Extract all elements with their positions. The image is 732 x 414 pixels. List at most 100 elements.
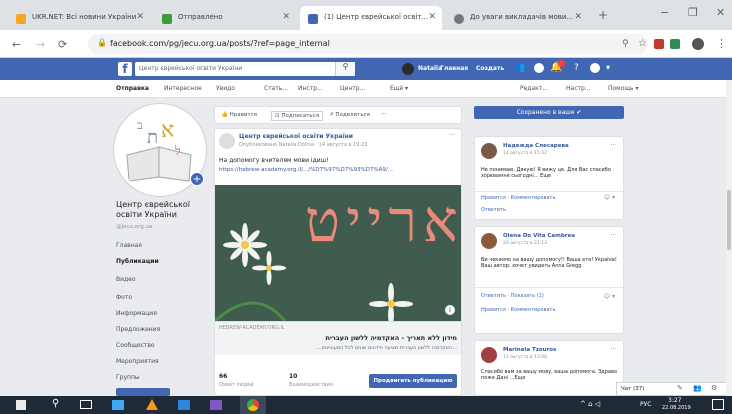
comment-actions[interactable]: Ответить · Показать (1) [481, 293, 544, 299]
chrome-taskbar-item[interactable] [240, 396, 266, 414]
sidebar-item-offers[interactable]: Предложения [116, 326, 160, 333]
tab-interesting[interactable]: Интересное [164, 85, 202, 92]
maximize-button[interactable]: ❐ [688, 6, 698, 19]
avatar[interactable] [481, 233, 497, 249]
user-name[interactable]: Natalia [418, 65, 442, 72]
add-photo-icon[interactable]: + [190, 172, 204, 186]
task-view-icon[interactable] [80, 400, 92, 409]
share-button[interactable]: ↗ Поделиться [329, 112, 370, 118]
comment-menu-icon[interactable]: ··· [610, 141, 617, 149]
tab-center[interactable]: Центр... [340, 85, 365, 92]
sidebar-item-events[interactable]: Мероприятия [116, 358, 159, 365]
back-arrow-icon[interactable]: ← [12, 38, 21, 51]
app-icon[interactable] [112, 400, 124, 410]
browser-tab[interactable]: До уваги викладачів мови... ✕ [446, 6, 588, 30]
tab-edit[interactable]: Редакт... [520, 85, 548, 92]
reply-link[interactable]: Ответить [481, 207, 506, 213]
user-avatar[interactable] [402, 63, 414, 75]
help-icon[interactable]: ? [574, 63, 579, 73]
window-close-button[interactable]: ✕ [716, 6, 725, 19]
post-link[interactable]: https://hebrew-academy.org.il/.../%D7%97… [219, 167, 459, 173]
sidebar-item-video[interactable]: Видео [116, 276, 136, 283]
reaction-menu-icon[interactable]: ☺ ▾ [604, 194, 615, 201]
language-indicator[interactable]: РУС [640, 401, 651, 408]
sidebar-item-info[interactable]: Информация [116, 310, 157, 317]
reload-icon[interactable]: ⟳ [58, 38, 67, 51]
url-field[interactable]: 🔒 facebook.com/pg/jecu.org.ua/posts/?ref… [88, 34, 648, 54]
tab-settings[interactable]: Настр... [566, 85, 591, 92]
sidebar-item-posts[interactable]: Публикации [116, 258, 159, 265]
extension-icon[interactable] [670, 39, 680, 49]
browser-tab[interactable]: Отправлено ✕ [154, 6, 296, 30]
compose-icon[interactable]: ✎ [677, 384, 683, 392]
boost-post-button[interactable]: Продвигать публикацию [369, 374, 457, 388]
tab-stats[interactable]: Стать... [264, 85, 288, 92]
sidebar-item-community[interactable]: Сообщество [116, 342, 155, 349]
clock-time[interactable]: 3:27 [668, 397, 681, 404]
comment-menu-icon[interactable]: ··· [610, 231, 617, 239]
forward-arrow-icon[interactable]: → [36, 38, 45, 51]
follow-button[interactable]: ⊡ Подписаться [271, 111, 324, 121]
search-icon[interactable]: ⚲ [622, 39, 629, 49]
notifications-icon[interactable] [712, 399, 724, 410]
search-icon[interactable]: ⚲ [335, 62, 355, 76]
reaction-menu-icon[interactable]: ☺ ▾ [604, 293, 615, 300]
profile-avatar[interactable] [692, 38, 704, 50]
tab-more[interactable]: Ещё ▾ [390, 85, 408, 92]
comment-author[interactable]: Marinela Tzouros [503, 347, 556, 353]
post-author[interactable]: Центр єврейської освіти України [239, 133, 353, 140]
scrollbar-thumb[interactable] [727, 190, 731, 250]
sidebar-item-home[interactable]: Главная [116, 242, 142, 249]
facebook-search-input[interactable]: Центр єврейської освіти України ⚲ [135, 62, 355, 76]
tray-icons[interactable]: ^ ⌂ ◁ [580, 400, 600, 408]
tab-send[interactable]: Отправка [116, 85, 149, 92]
comment-author[interactable]: Olena Do Vita Cambrea [503, 233, 575, 239]
home-link[interactable]: Главная [440, 65, 468, 72]
app-icon[interactable] [178, 400, 190, 410]
vlc-icon[interactable] [146, 399, 158, 410]
chat-bar[interactable]: Чат (37) ✎ 👥 ⚙ [616, 382, 732, 396]
star-icon[interactable]: ☆ [638, 38, 647, 49]
help-circle-icon[interactable] [590, 63, 600, 73]
close-tab-icon[interactable]: ✕ [282, 12, 290, 22]
facebook-logo[interactable]: f [118, 62, 132, 76]
extension-icon[interactable] [654, 39, 664, 49]
promote-button[interactable] [116, 388, 170, 396]
new-tab-button[interactable]: + [598, 8, 608, 22]
scrollbar[interactable] [726, 80, 732, 396]
sidebar-item-photo[interactable]: Фото [116, 294, 132, 301]
tab-tools[interactable]: Инстр... [298, 85, 323, 92]
gear-icon[interactable]: ⚙ [711, 384, 717, 392]
avatar[interactable] [481, 347, 497, 363]
more-button[interactable]: ··· [381, 111, 387, 118]
close-tab-icon[interactable]: ✕ [574, 12, 582, 22]
search-icon[interactable]: ⚲ [52, 398, 59, 409]
like-button[interactable]: 👍 Нравится [221, 112, 257, 118]
comment-actions[interactable]: Нравится · Комментировать [481, 195, 555, 201]
group-icon[interactable]: 👥 [693, 384, 702, 392]
avatar[interactable] [481, 143, 497, 159]
chevron-down-icon[interactable]: ▾ [606, 63, 610, 72]
comment-author[interactable]: Надежда Слесарева [503, 143, 569, 149]
post-author-avatar[interactable] [219, 133, 235, 149]
close-tab-icon[interactable]: ✕ [136, 12, 144, 22]
link-preview[interactable]: HEBREW-ACADEMY.ORG.IL חידון ללא תאריך - … [215, 321, 461, 355]
app-icon[interactable] [210, 400, 222, 410]
create-link[interactable]: Создать [476, 65, 504, 72]
sidebar-item-groups[interactable]: Группы [116, 374, 140, 381]
minimize-button[interactable]: − [660, 6, 669, 19]
messenger-icon[interactable] [534, 63, 544, 73]
comment-sub-actions[interactable]: Нравится · Комментировать [481, 307, 555, 313]
post-image[interactable]: דור ארייט i [215, 185, 461, 321]
browser-tab[interactable]: UKR.NET: Всі новини України ✕ [8, 6, 150, 30]
browser-tab-active[interactable]: (1) Центр єврейської освіт... ✕ [300, 6, 442, 30]
post-menu-icon[interactable]: ··· [448, 131, 455, 139]
close-tab-icon[interactable]: ✕ [428, 12, 436, 22]
comment-menu-icon[interactable]: ··· [610, 345, 617, 353]
clock-date[interactable]: 22.08.2019 [662, 405, 691, 411]
tab-help[interactable]: Помощь ▾ [608, 85, 639, 92]
friends-icon[interactable]: 👥 [514, 63, 525, 73]
menu-icon[interactable]: ⋮ [716, 37, 727, 50]
saved-button[interactable]: Сохранено в ваше ✔ [474, 106, 624, 119]
windows-start-icon[interactable] [16, 400, 26, 410]
